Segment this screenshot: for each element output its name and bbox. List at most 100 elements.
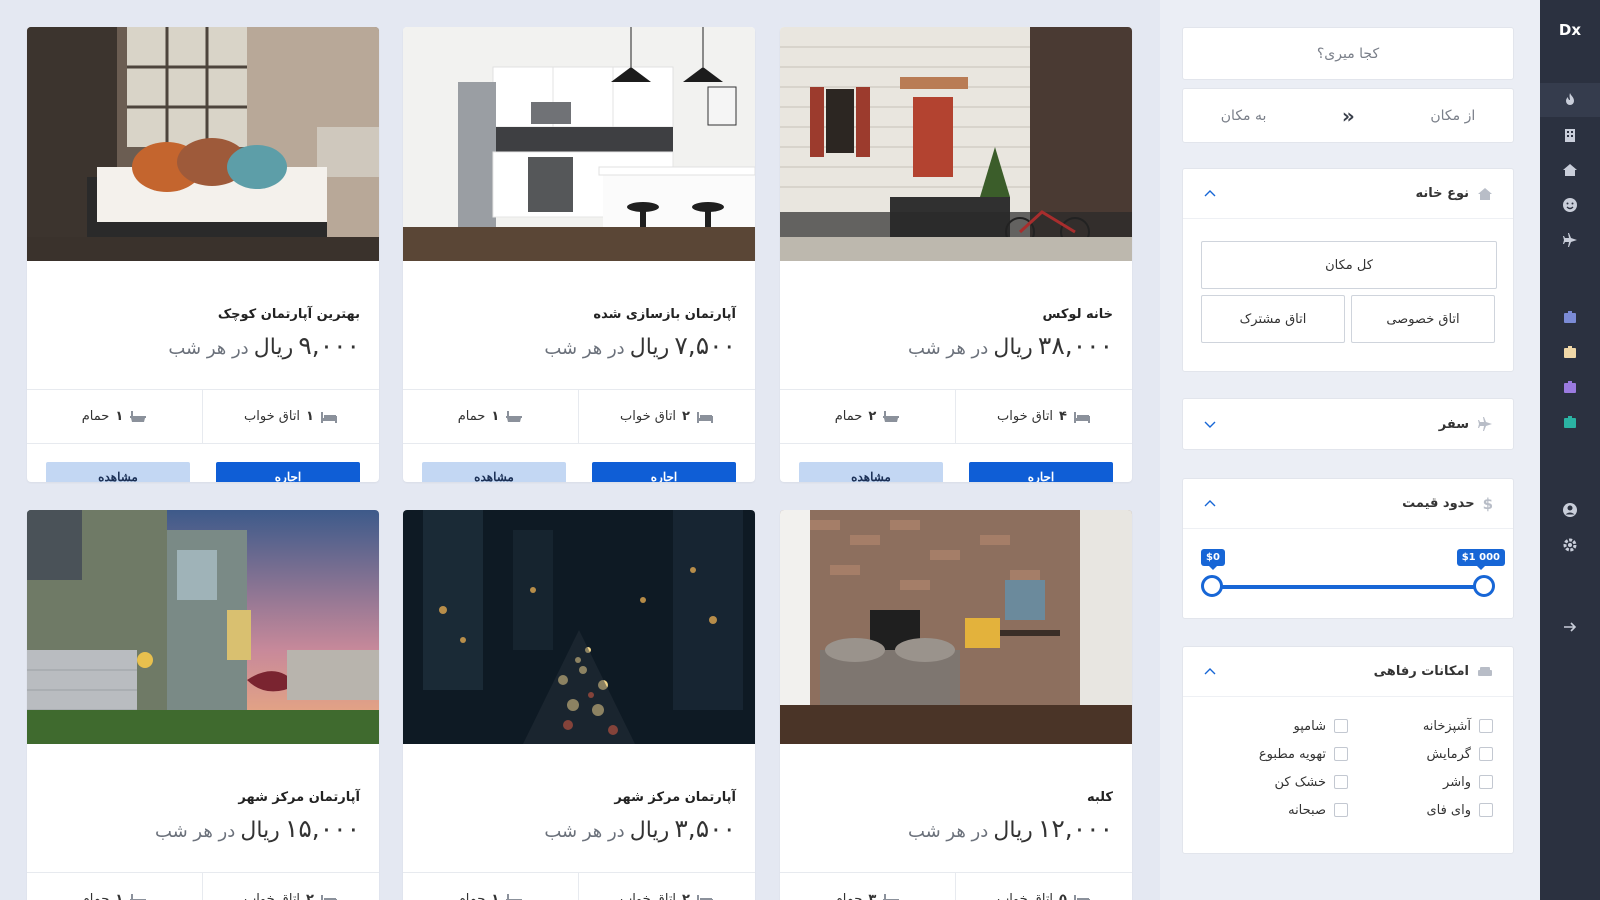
listing-photo[interactable] <box>27 510 379 744</box>
search-input[interactable]: کجا میری؟ <box>1182 27 1514 80</box>
listing-stats: ۵ اتاق خواب ۳ حمام <box>780 872 1132 900</box>
listing-title: خانه لوکس <box>1042 307 1113 322</box>
nav-item-trip-2[interactable] <box>1540 335 1600 369</box>
baths-stat: ۱ حمام <box>403 390 579 443</box>
listing-photo[interactable] <box>780 510 1132 744</box>
price-min-tooltip: $0 <box>1201 549 1225 570</box>
price-min-handle[interactable] <box>1201 575 1223 597</box>
bedrooms-stat: ۴ اتاق خواب <box>956 390 1132 443</box>
property-type-header[interactable]: نوع خانه <box>1183 169 1513 219</box>
nav-item-logout[interactable] <box>1540 610 1600 644</box>
chevron-down-icon[interactable] <box>1203 417 1217 431</box>
view-button[interactable]: مشاهده <box>799 462 943 482</box>
checkbox[interactable] <box>1334 747 1348 761</box>
listing-price: ۱۵,۰۰۰ ریال در هر شب <box>154 814 360 843</box>
nav-item-trending[interactable] <box>1540 83 1600 117</box>
listing-title: کلبه <box>1086 790 1113 805</box>
bathtub-icon <box>130 410 147 422</box>
checkbox[interactable] <box>1479 747 1493 761</box>
view-button[interactable]: مشاهده <box>422 462 566 482</box>
nav-item-experiences[interactable] <box>1540 188 1600 222</box>
rent-button[interactable]: اجاره <box>592 462 736 482</box>
price-max-handle[interactable] <box>1473 575 1495 597</box>
price-range-panel: $ حدود قیمت $0 $1 000 <box>1182 478 1514 619</box>
nav-item-trip-1[interactable] <box>1540 300 1600 334</box>
bed-icon <box>696 894 713 900</box>
listing-card: خانه لوکس ۳۸,۰۰۰ ریال در هر شب ۴ اتاق خو… <box>780 27 1132 482</box>
whole-place-button[interactable]: کل مکان <box>1201 241 1497 289</box>
bed-icon <box>320 411 337 423</box>
listing-stats: ۲ اتاق خواب ۱ حمام <box>403 872 755 900</box>
listing-photo[interactable] <box>403 27 755 261</box>
checkbox[interactable] <box>1479 775 1493 789</box>
listing-card: آپارتمان مرکز شهر ۳,۵۰۰ ریال در هر شب ۲ … <box>403 510 755 900</box>
price-slider-track[interactable] <box>1213 585 1483 589</box>
price-range-title: حدود قیمت <box>1402 496 1475 511</box>
travel-title: سفر <box>1438 416 1469 432</box>
listing-stats: ۲ اتاق خواب ۱ حمام <box>27 872 379 900</box>
nav-item-profile[interactable] <box>1540 493 1600 527</box>
checkbox[interactable] <box>1334 775 1348 789</box>
amenity-air-conditioning[interactable]: تهویه مطبوع <box>1203 745 1348 763</box>
briefcase-icon <box>1564 346 1576 358</box>
chevron-up-icon[interactable] <box>1203 665 1217 679</box>
checkbox[interactable] <box>1479 719 1493 733</box>
checkbox[interactable] <box>1334 803 1348 817</box>
listing-title: بهترین آپارتمان کوچک <box>217 307 360 322</box>
listing-price: ۳,۵۰۰ ریال در هر شب <box>544 814 736 843</box>
couch-icon <box>1478 666 1492 676</box>
home-icon <box>1563 164 1577 176</box>
baths-stat: ۱ حمام <box>27 390 203 443</box>
nav-rail: Dx <box>1540 0 1600 900</box>
amenity-dryer[interactable]: خشک کن <box>1203 773 1348 791</box>
baths-stat: ۱ حمام <box>27 873 203 900</box>
amenity-shampoo[interactable]: شامپو <box>1203 717 1348 735</box>
listing-photo[interactable] <box>780 27 1132 261</box>
nav-item-trip-4[interactable] <box>1540 405 1600 439</box>
smile-icon <box>1563 198 1577 212</box>
amenity-washer[interactable]: واشر <box>1348 773 1493 791</box>
nav-item-hotels[interactable] <box>1540 118 1600 152</box>
checkbox[interactable] <box>1334 719 1348 733</box>
arrow-right-icon <box>1564 622 1577 632</box>
amenity-breakfast[interactable]: صبحانه <box>1203 801 1348 819</box>
route-selector: از مکان « به مکان <box>1182 88 1514 143</box>
travel-header[interactable]: سفر <box>1183 399 1513 449</box>
listing-photo[interactable] <box>403 510 755 744</box>
listing-title: آپارتمان بازسازی شده <box>593 307 736 322</box>
view-button[interactable]: مشاهده <box>46 462 190 482</box>
briefcase-icon <box>1564 311 1576 323</box>
bedrooms-stat: ۱ اتاق خواب <box>203 390 379 443</box>
app-logo[interactable]: Dx <box>1540 0 1600 60</box>
user-icon <box>1563 503 1577 517</box>
chevron-up-icon[interactable] <box>1203 497 1217 511</box>
bathtub-icon <box>130 893 147 900</box>
bed-icon <box>1073 894 1090 900</box>
shared-room-button[interactable]: اتاق مشترک <box>1201 295 1345 343</box>
amenity-wifi[interactable]: وای فای <box>1348 801 1493 819</box>
rent-button[interactable]: اجاره <box>216 462 360 482</box>
amenity-heating[interactable]: گرمایش <box>1348 745 1493 763</box>
from-location-field[interactable]: از مکان <box>1430 108 1475 124</box>
baths-stat: ۱ حمام <box>403 873 579 900</box>
listing-title: آپارتمان مرکز شهر <box>238 790 360 805</box>
listing-stats: ۱ اتاق خواب ۱ حمام <box>27 389 379 444</box>
listing-photo[interactable] <box>27 27 379 261</box>
private-room-button[interactable]: اتاق خصوصی <box>1351 295 1495 343</box>
listing-price: ۳۸,۰۰۰ ریال در هر شب <box>907 331 1113 360</box>
nav-item-homes[interactable] <box>1540 153 1600 187</box>
price-range-header[interactable]: $ حدود قیمت <box>1183 479 1513 529</box>
rent-button[interactable]: اجاره <box>969 462 1113 482</box>
to-location-field[interactable]: به مکان <box>1221 108 1267 124</box>
checkbox[interactable] <box>1479 803 1493 817</box>
briefcase-icon <box>1564 416 1576 428</box>
amenity-kitchen[interactable]: آشپزخانه <box>1348 717 1493 735</box>
nav-item-flights[interactable] <box>1540 223 1600 257</box>
double-chevron-left-icon[interactable]: « <box>1342 104 1355 128</box>
amenities-header[interactable]: امکانات رفاهی <box>1183 647 1513 697</box>
nav-item-settings[interactable] <box>1540 528 1600 562</box>
chevron-up-icon[interactable] <box>1203 187 1217 201</box>
dollar-icon: $ <box>1482 494 1493 513</box>
nav-item-trip-3[interactable] <box>1540 370 1600 404</box>
listing-stats: ۴ اتاق خواب ۲ حمام <box>780 389 1132 444</box>
